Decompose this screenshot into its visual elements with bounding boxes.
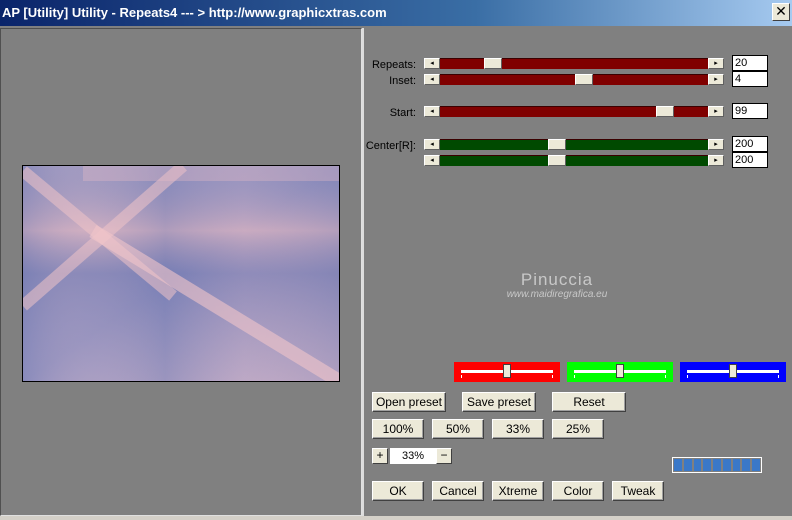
repeats-thumb[interactable]	[484, 58, 502, 69]
zoom-100-button[interactable]: 100%	[372, 419, 424, 439]
repeats-value-field[interactable]: 20	[732, 55, 768, 71]
start-thumb[interactable]	[656, 106, 674, 117]
inset-label: Inset:	[389, 75, 416, 87]
progress-segment	[693, 459, 702, 471]
title-bar: AP [Utility] Utility - Repeats4 --- > ht…	[0, 0, 792, 26]
start-label: Start:	[389, 107, 416, 119]
arrow-right-icon: ▸	[714, 141, 718, 148]
inset-value-field[interactable]: 4	[732, 71, 768, 87]
progress-segment	[742, 459, 751, 471]
inset-thumb[interactable]	[575, 74, 593, 85]
zoom-in-button[interactable]: +	[372, 448, 388, 464]
inset-increase-button[interactable]: ▸	[708, 74, 724, 85]
arrow-right-icon: ▸	[714, 76, 718, 83]
progress-segment	[752, 459, 761, 471]
center-label: Center[R]:	[365, 140, 416, 152]
open-preset-button[interactable]: Open preset	[372, 392, 446, 412]
progress-segment	[713, 459, 721, 471]
close-icon: ✕	[775, 3, 787, 19]
save-preset-button[interactable]: Save preset	[462, 392, 536, 412]
arrow-left-icon: ◂	[430, 141, 434, 148]
center-y-decrease-button[interactable]: ◂	[424, 155, 440, 166]
inset-slider[interactable]: ◂ ▸	[424, 74, 724, 85]
tweak-button[interactable]: Tweak	[612, 481, 664, 501]
zoom-33-button[interactable]: 33%	[492, 419, 544, 439]
green-slider-knob[interactable]	[616, 364, 624, 378]
repeats-label: Repeats:	[371, 59, 416, 71]
preview-pane	[0, 28, 362, 516]
center-x-decrease-button[interactable]: ◂	[424, 139, 440, 150]
zoom-level-display: 33%	[390, 448, 436, 464]
xtreme-button[interactable]: Xtreme	[492, 481, 544, 501]
arrow-left-icon: ◂	[430, 108, 434, 115]
watermark: Pinuccia www.maidiregrafica.eu	[494, 270, 620, 300]
progress-segment	[703, 459, 712, 471]
close-button[interactable]: ✕	[772, 3, 790, 21]
ok-button[interactable]: OK	[372, 481, 424, 501]
red-slider-knob[interactable]	[503, 364, 511, 378]
arrow-left-icon: ◂	[430, 157, 434, 164]
progress-segment	[732, 459, 741, 471]
arrow-left-icon: ◂	[430, 60, 434, 67]
start-slider[interactable]: ◂ ▸	[424, 106, 724, 117]
reset-button[interactable]: Reset	[552, 392, 626, 412]
minus-icon: −	[440, 448, 448, 462]
start-value-field[interactable]: 99	[732, 103, 768, 119]
red-color-slider[interactable]	[454, 362, 560, 382]
green-color-slider[interactable]	[567, 362, 673, 382]
preview-canvas	[23, 166, 339, 381]
repeats-decrease-button[interactable]: ◂	[424, 58, 440, 69]
color-button[interactable]: Color	[552, 481, 604, 501]
center-y-value-field[interactable]: 200	[732, 152, 768, 168]
preview-image	[22, 165, 340, 382]
center-y-increase-button[interactable]: ▸	[708, 155, 724, 166]
inset-decrease-button[interactable]: ◂	[424, 74, 440, 85]
zoom-50-button[interactable]: 50%	[432, 419, 484, 439]
progress-segment	[683, 459, 692, 471]
inset-track[interactable]	[440, 74, 708, 85]
repeats-track[interactable]	[440, 58, 708, 69]
blue-color-slider[interactable]	[680, 362, 786, 382]
center-x-track[interactable]	[440, 139, 708, 150]
center-x-slider[interactable]: ◂ ▸	[424, 139, 724, 150]
arrow-left-icon: ◂	[430, 76, 434, 83]
center-y-track[interactable]	[440, 155, 708, 166]
start-decrease-button[interactable]: ◂	[424, 106, 440, 117]
progress-segment	[722, 459, 731, 471]
arrow-right-icon: ▸	[714, 157, 718, 164]
zoom-out-button[interactable]: −	[436, 448, 452, 464]
zoom-25-button[interactable]: 25%	[552, 419, 604, 439]
start-increase-button[interactable]: ▸	[708, 106, 724, 117]
arrow-right-icon: ▸	[714, 60, 718, 67]
blue-slider-knob[interactable]	[729, 364, 737, 378]
repeats-slider[interactable]: ◂ ▸	[424, 58, 724, 69]
repeats-increase-button[interactable]: ▸	[708, 58, 724, 69]
window-title: AP [Utility] Utility - Repeats4 --- > ht…	[2, 5, 387, 20]
progress-bar	[672, 457, 762, 473]
watermark-url: www.maidiregrafica.eu	[506, 289, 608, 300]
pane-divider	[362, 28, 364, 516]
center-y-thumb[interactable]	[548, 155, 566, 166]
plus-icon: +	[376, 448, 384, 462]
center-x-increase-button[interactable]: ▸	[708, 139, 724, 150]
center-x-value-field[interactable]: 200	[732, 136, 768, 152]
watermark-name: Pinuccia	[520, 270, 594, 289]
center-x-thumb[interactable]	[548, 139, 566, 150]
cancel-button[interactable]: Cancel	[432, 481, 484, 501]
status-bar	[0, 516, 792, 520]
arrow-right-icon: ▸	[714, 108, 718, 115]
center-y-slider[interactable]: ◂ ▸	[424, 155, 724, 166]
progress-segment	[674, 459, 682, 471]
